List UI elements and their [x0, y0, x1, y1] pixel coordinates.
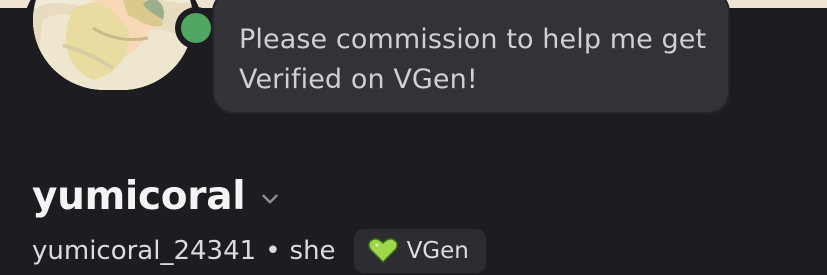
- avatar-container[interactable]: [20, 0, 217, 100]
- separator-dot: •: [265, 236, 281, 266]
- pronouns: she: [289, 236, 336, 266]
- display-name-row[interactable]: yumicoral: [32, 172, 283, 220]
- custom-status-text: Please commission to help me get Verifie…: [239, 24, 707, 95]
- badge-label: VGen: [406, 238, 469, 264]
- username: yumicoral_24341: [32, 236, 257, 266]
- chevron-down-icon[interactable]: [257, 186, 283, 212]
- online-status-indicator: [175, 7, 217, 49]
- vgen-badge[interactable]: VGen: [353, 229, 486, 273]
- custom-status-bubble[interactable]: Please commission to help me get Verifie…: [212, 0, 730, 114]
- display-name: yumicoral: [32, 173, 246, 219]
- heart-icon: [367, 238, 398, 264]
- avatar[interactable]: [33, 0, 193, 90]
- avatar-image: [33, 0, 193, 90]
- profile-meta-row: yumicoral_24341 • she VGen: [32, 229, 486, 273]
